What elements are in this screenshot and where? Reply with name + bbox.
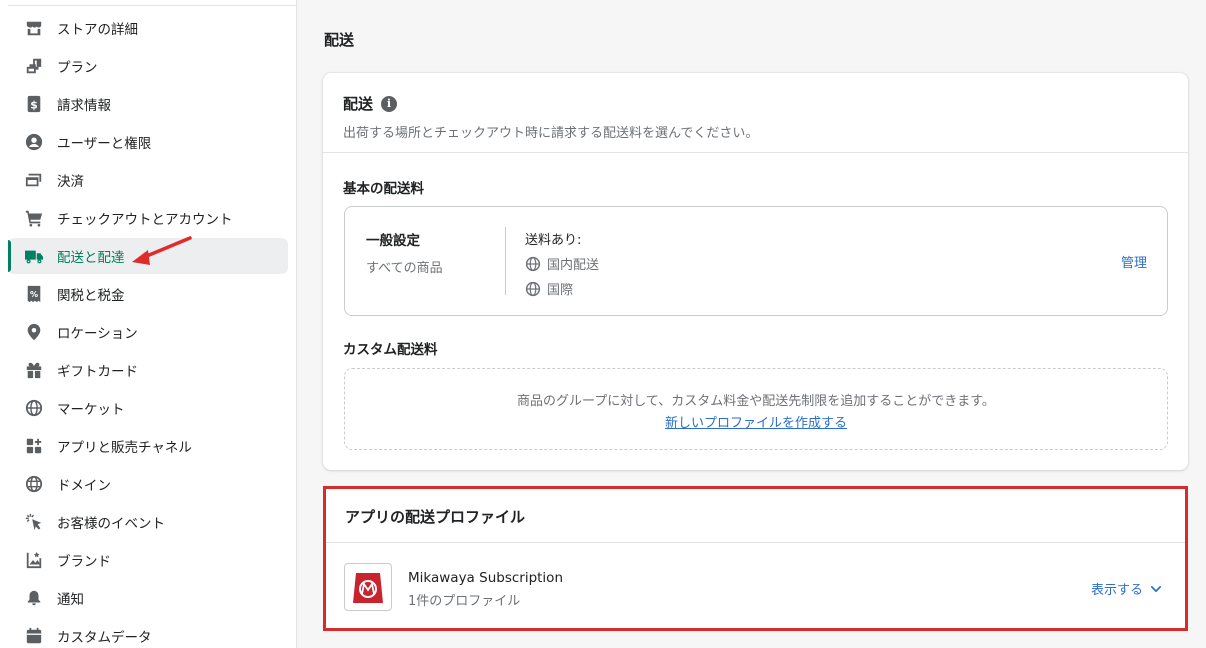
data-icon: [24, 626, 44, 646]
sidebar-item-label: ドメイン: [57, 478, 111, 494]
domain-icon: [24, 474, 44, 494]
show-profiles-button[interactable]: 表示する: [1091, 579, 1163, 598]
payment-icon: [24, 170, 44, 190]
sidebar-item-users[interactable]: ユーザーと権限: [8, 124, 288, 160]
sidebar-item-label: ロケーション: [57, 326, 138, 342]
shipping-card-title: 配送: [343, 95, 374, 113]
globe-icon: [525, 256, 541, 271]
plan-icon: [24, 56, 44, 76]
sidebar-item-store-details[interactable]: ストアの詳細: [8, 10, 288, 46]
svg-text:%: %: [30, 289, 38, 299]
gift-icon: [24, 360, 44, 380]
sidebar-item-label: お客様のイベント: [57, 516, 165, 532]
sidebar-item-brand[interactable]: ブランド: [8, 542, 288, 578]
sidebar-item-label: 請求情報: [57, 98, 111, 114]
sidebar-top-divider: [8, 0, 296, 6]
shipping-card-header: 配送 i 出荷する場所とチェックアウト時に請求する配送料を選んでください。: [323, 73, 1188, 153]
settings-nav: ストアの詳細 プラン $ 請求情報 ユーザーと権限 決済 チェックアウトとアカウ…: [8, 10, 288, 648]
svg-text:$: $: [30, 99, 38, 112]
custom-rates-title: カスタム配送料: [343, 342, 438, 358]
rates-list: 送料あり: 国内配送 国際: [525, 229, 599, 298]
globe-icon: [525, 281, 541, 296]
store-icon: [24, 18, 44, 38]
sidebar-item-apps[interactable]: アプリと販売チャネル: [8, 428, 288, 464]
sidebar-item-label: ストアの詳細: [57, 22, 138, 38]
custom-rates-box: 商品のグループに対して、カスタム料金や配送先制限を追加することができます。 新し…: [344, 368, 1168, 450]
sidebar-item-checkout[interactable]: チェックアウトとアカウント: [8, 200, 288, 236]
basic-rates-title: 基本の配送料: [343, 181, 424, 197]
sidebar-item-taxes[interactable]: % 関税と税金: [8, 276, 288, 312]
custom-rates-text: 商品のグループに対して、カスタム料金や配送先制限を追加することができます。: [517, 394, 995, 409]
app-profile-count: 1件のプロファイル: [408, 594, 521, 609]
sidebar-item-locations[interactable]: ロケーション: [8, 314, 288, 350]
billing-icon: $: [24, 94, 44, 114]
brand-icon: [24, 550, 44, 570]
location-icon: [24, 322, 44, 342]
chevron-down-icon: [1150, 585, 1162, 592]
sidebar-item-label: マーケット: [57, 402, 125, 418]
settings-sidebar: ストアの詳細 プラン $ 請求情報 ユーザーと権限 決済 チェックアウトとアカウ…: [0, 0, 297, 648]
sidebar-item-payments[interactable]: 決済: [8, 162, 288, 198]
app-logo: [344, 563, 392, 611]
globe-icon: [24, 398, 44, 418]
sidebar-item-notifications[interactable]: 通知: [8, 580, 288, 616]
general-profile-sub: すべての商品: [366, 261, 443, 276]
general-profile-name: 一般設定: [366, 233, 420, 249]
shipping-card-title-row: 配送 i: [343, 93, 1168, 114]
app-profile-row: Mikawaya Subscription 1件のプロファイル 表示する: [326, 543, 1185, 628]
sidebar-item-label: ユーザーと権限: [57, 136, 152, 152]
rate-international-label: 国際: [547, 283, 574, 298]
sidebar-item-billing[interactable]: $ 請求情報: [8, 86, 288, 122]
apps-icon: [24, 436, 44, 456]
manage-link[interactable]: 管理: [1121, 252, 1147, 271]
rate-domestic-label: 国内配送: [547, 258, 600, 273]
page-title: 配送: [324, 31, 355, 49]
sidebar-item-label: プラン: [57, 60, 98, 76]
app-name: Mikawaya Subscription: [408, 570, 563, 586]
shipping-card: 配送 i 出荷する場所とチェックアウト時に請求する配送料を選んでください。 基本…: [323, 73, 1188, 470]
sidebar-item-label: 関税と税金: [57, 288, 125, 304]
mikawaya-logo-icon: [353, 573, 383, 603]
sidebar-item-plan[interactable]: プラン: [8, 48, 288, 84]
app-profiles-title: アプリの配送プロファイル: [326, 489, 1185, 543]
user-icon: [24, 132, 44, 152]
shipping-card-description: 出荷する場所とチェックアウト時に請求する配送料を選んでください。: [343, 126, 759, 141]
truck-icon: [24, 246, 44, 266]
sidebar-item-label: アプリと販売チャネル: [57, 440, 192, 456]
sidebar-item-customer-events[interactable]: お客様のイベント: [8, 504, 288, 540]
sidebar-item-label: カスタムデータ: [57, 630, 152, 646]
general-profile-info: 一般設定 すべての商品: [366, 229, 443, 276]
rate-domestic: 国内配送: [525, 254, 599, 273]
sidebar-item-markets[interactable]: マーケット: [8, 390, 288, 426]
app-shipping-profiles-card: アプリの配送プロファイル Mikawaya Subscription 1件のプロ…: [323, 486, 1188, 631]
rates-heading: 送料あり:: [525, 233, 582, 248]
divider: [505, 227, 506, 295]
sidebar-item-label: 通知: [57, 592, 84, 608]
red-arrow-annotation: [132, 236, 192, 265]
sidebar-item-label: ブランド: [57, 554, 111, 570]
bell-icon: [24, 588, 44, 608]
cursor-icon: [24, 512, 44, 532]
sidebar-item-gift-cards[interactable]: ギフトカード: [8, 352, 288, 388]
general-profile-box: 一般設定 すべての商品 送料あり: 国内配送 国際 管理: [344, 206, 1168, 316]
sidebar-item-label: 決済: [57, 174, 84, 190]
sidebar-item-label: ギフトカード: [57, 364, 138, 380]
info-icon[interactable]: i: [381, 95, 398, 112]
sidebar-item-domains[interactable]: ドメイン: [8, 466, 288, 502]
show-label: 表示する: [1090, 583, 1143, 598]
sidebar-item-custom-data[interactable]: カスタムデータ: [8, 618, 288, 648]
tax-icon: %: [24, 284, 44, 304]
rate-international: 国際: [525, 279, 599, 298]
create-profile-link[interactable]: 新しいプロファイルを作成する: [345, 412, 1167, 431]
sidebar-item-label: チェックアウトとアカウント: [57, 212, 233, 228]
cart-icon: [24, 208, 44, 228]
sidebar-item-label: 配送と配達: [57, 250, 125, 266]
